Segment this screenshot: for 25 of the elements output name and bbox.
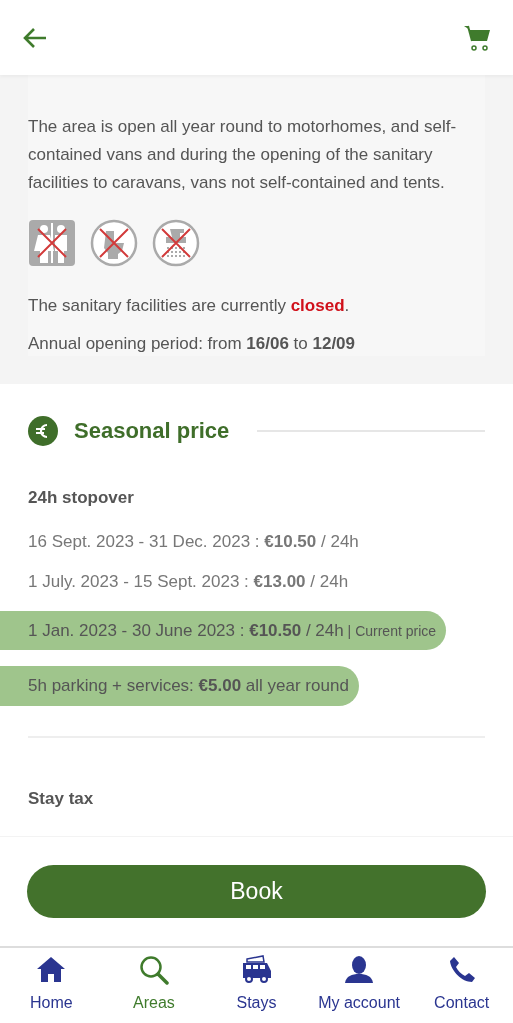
opening-period-text: Annual opening period: from 16/06 to 12/09 — [28, 332, 357, 355]
status-punctuation: . — [344, 296, 350, 315]
price-row-text: 16 Sept. 2023 - 31 Dec. 2023 : €10.50 / 24h — [28, 530, 360, 553]
price-row: 1 Jan. 2023 - 30 June 2023 : €10.50 / 24h | Current price — [0, 610, 447, 650]
price-row: 5h parking + services: €5.00 all year round — [0, 666, 359, 706]
section-subtitle: Stay tax — [28, 787, 95, 810]
status-text: The sanitary facilities are currently — [28, 296, 287, 315]
search-icon — [138, 955, 169, 985]
user-icon — [344, 955, 375, 985]
nav-tab[interactable]: Home — [0, 948, 103, 1023]
status-value: closed — [290, 296, 345, 315]
group-title: 24h stopover — [28, 487, 135, 509]
book-button[interactable]: Book — [27, 865, 486, 918]
van-icon — [241, 955, 272, 985]
nav-tab[interactable]: My account — [307, 948, 411, 1023]
price-row-text: 1 July. 2023 - 15 Sept. 2023 : €13.00 / 24h — [28, 570, 350, 593]
nav-tab[interactable]: Areas — [102, 948, 206, 1023]
home-icon — [36, 955, 67, 985]
euro-icon — [28, 415, 58, 446]
nav-tab[interactable]: Stays — [205, 948, 308, 1023]
section-title: Seasonal price — [74, 417, 230, 445]
nav-tab[interactable]: Contact — [410, 948, 513, 1023]
back-icon[interactable] — [22, 26, 48, 49]
cart-icon[interactable] — [463, 23, 491, 52]
description-text: The area is open all year round to motorhomes, and self-contained vans and during the opening of the sanitary facilities to caravans, vans not self-contained and tents. — [28, 116, 458, 194]
